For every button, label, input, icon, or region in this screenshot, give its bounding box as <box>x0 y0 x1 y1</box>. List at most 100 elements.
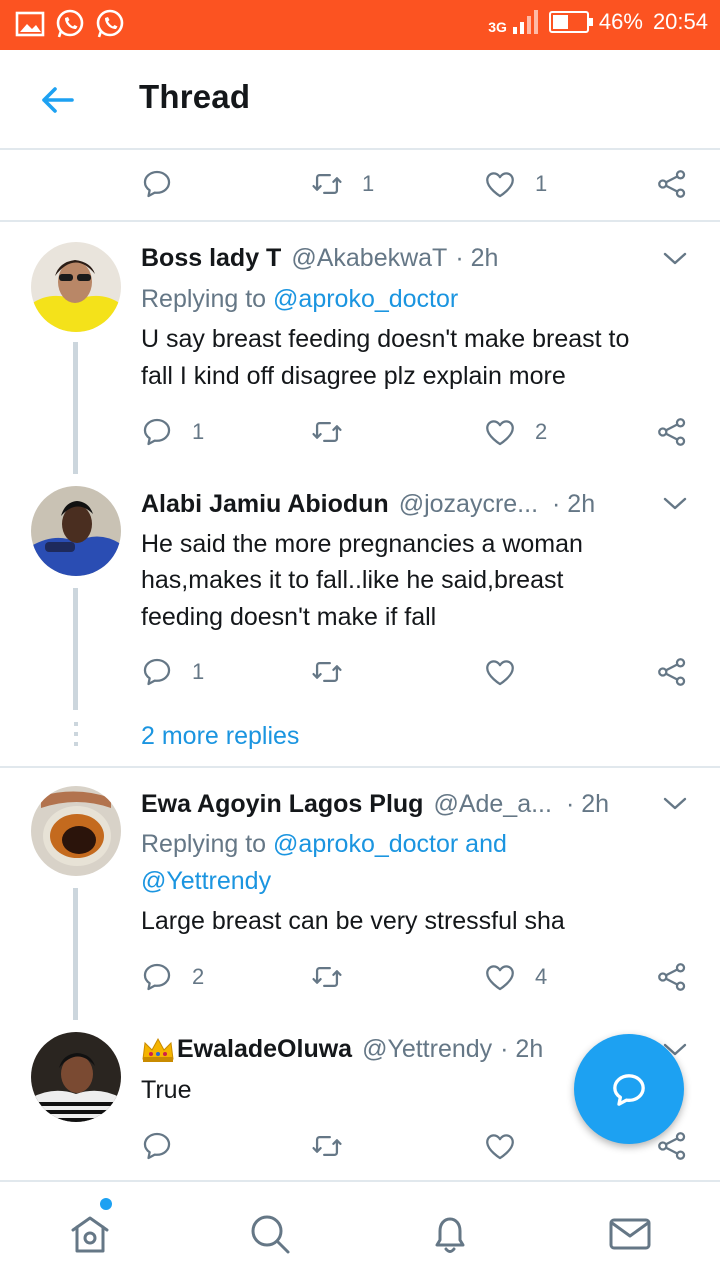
search-icon[interactable] <box>246 1210 294 1258</box>
back-arrow-icon[interactable] <box>36 80 80 120</box>
retweet-button[interactable] <box>310 652 362 692</box>
retweet-count: 1 <box>362 171 375 196</box>
retweet-button[interactable] <box>310 1126 362 1166</box>
share-button[interactable] <box>655 412 689 452</box>
share-icon <box>655 960 689 994</box>
status-bar: 3G 46% 20:54 <box>0 0 720 50</box>
clock: 20:54 <box>652 9 708 34</box>
user-handle: @Yettrendy <box>362 1034 493 1063</box>
tweet-time: · 2h <box>552 489 596 518</box>
signal-indicator: 3G <box>488 9 539 35</box>
like-count: 1 <box>535 171 548 196</box>
avatar[interactable] <box>31 486 121 576</box>
messages-icon[interactable] <box>606 1210 654 1258</box>
like-button[interactable] <box>483 652 535 692</box>
share-button[interactable] <box>655 164 689 204</box>
reply-count: 1 <box>192 419 205 444</box>
tweet-text: He said the more pregnancies a woman <box>141 530 583 558</box>
battery-percent: 46% <box>598 9 643 34</box>
reply-count: 2 <box>192 964 205 989</box>
tweet-text: fall I kind off disagree plz explain mor… <box>141 362 566 390</box>
replying-to-label: Replying to <box>141 285 267 313</box>
bottom-nav <box>0 1180 720 1280</box>
like-icon <box>483 415 517 449</box>
gallery-icon <box>15 11 45 37</box>
reply-icon <box>140 1129 174 1163</box>
compose-icon <box>613 1074 645 1106</box>
like-button[interactable] <box>483 1126 535 1166</box>
like-count: 2 <box>535 419 548 444</box>
battery-icon <box>548 11 593 33</box>
chevron-down-icon[interactable] <box>662 794 688 814</box>
like-button[interactable]: 1 <box>483 164 547 204</box>
display-name[interactable]: EwaladeOluwa <box>177 1035 352 1064</box>
avatar[interactable] <box>31 242 121 332</box>
reply-button[interactable]: 1 <box>140 652 204 692</box>
mention-link[interactable]: @aproko_doctor and <box>273 830 507 858</box>
home-notification-dot <box>100 1198 112 1210</box>
tweet-time: · 2h <box>455 243 499 272</box>
home-icon[interactable] <box>66 1210 114 1258</box>
reply-button[interactable]: 1 <box>140 412 204 452</box>
app-header: Thread <box>0 50 720 150</box>
reply-count: 1 <box>192 659 205 684</box>
retweet-icon <box>310 167 344 201</box>
reply-button[interactable]: 2 <box>140 957 204 997</box>
like-icon <box>483 1129 517 1163</box>
share-icon <box>655 415 689 449</box>
tweet-text: feeding doesn't make if fall <box>141 603 437 631</box>
reply-icon <box>140 167 174 201</box>
page-title: Thread <box>139 78 251 115</box>
signal-icon <box>512 10 538 34</box>
reply-icon <box>140 655 174 689</box>
share-button[interactable] <box>655 957 689 997</box>
reply-button[interactable] <box>140 1126 192 1166</box>
tweet-time: · 2h <box>500 1034 544 1063</box>
tweet-actions: 2 4 <box>0 957 720 1007</box>
user-handle: @Ade_a... <box>433 789 552 818</box>
retweet-button[interactable] <box>310 412 362 452</box>
replying-to: Replying to @aproko_doctor and <box>141 826 507 863</box>
reply-icon <box>140 415 174 449</box>
like-button[interactable]: 2 <box>483 412 547 452</box>
chevron-down-icon[interactable] <box>662 249 688 269</box>
tweet-actions: 1 1 <box>0 164 720 214</box>
share-icon <box>655 655 689 689</box>
retweet-button[interactable]: 1 <box>310 164 374 204</box>
tweet-text: has,makes it to fall..like he said,breas… <box>141 566 564 594</box>
like-icon <box>483 167 517 201</box>
divider <box>0 766 720 768</box>
like-icon <box>483 655 517 689</box>
crown-icon <box>142 1037 174 1062</box>
retweet-icon <box>310 415 344 449</box>
display-name[interactable]: Boss lady T <box>141 244 281 273</box>
user-handle: @jozaycre... <box>398 489 539 518</box>
more-replies-link[interactable]: 2 more replies <box>141 722 299 751</box>
notifications-icon[interactable] <box>426 1210 474 1258</box>
display-name[interactable]: Alabi Jamiu Abiodun <box>141 490 389 519</box>
display-name[interactable]: Ewa Agoyin Lagos Plug <box>141 790 423 819</box>
retweet-button[interactable] <box>310 957 362 997</box>
tweet-actions: 1 <box>0 652 720 702</box>
like-count: 4 <box>535 964 548 989</box>
avatar[interactable] <box>31 1032 121 1122</box>
retweet-icon <box>310 960 344 994</box>
like-button[interactable]: 4 <box>483 957 547 997</box>
network-type: 3G <box>488 19 507 35</box>
share-button[interactable] <box>655 652 689 692</box>
whatsapp-icon <box>96 9 124 38</box>
avatar[interactable] <box>31 786 121 876</box>
retweet-icon <box>310 1129 344 1163</box>
tweet-time: · 2h <box>565 789 610 818</box>
chevron-down-icon[interactable] <box>662 494 688 514</box>
mention-link[interactable]: @aproko_doctor <box>273 285 458 313</box>
mention-link[interactable]: @Yettrendy <box>141 863 271 900</box>
compose-reply-button[interactable] <box>574 1034 684 1144</box>
tweet-text: Large breast can be very stressful sha <box>141 907 565 935</box>
retweet-icon <box>310 655 344 689</box>
tweet-header: Ewa Agoyin Lagos Plug @Ade_a... · 2h <box>141 786 690 822</box>
tweet-actions: 1 2 <box>0 412 720 462</box>
reply-icon <box>140 960 174 994</box>
reply-button[interactable] <box>140 164 174 204</box>
tweet-header: Boss lady T @AkabekwaT · 2h <box>141 240 690 276</box>
